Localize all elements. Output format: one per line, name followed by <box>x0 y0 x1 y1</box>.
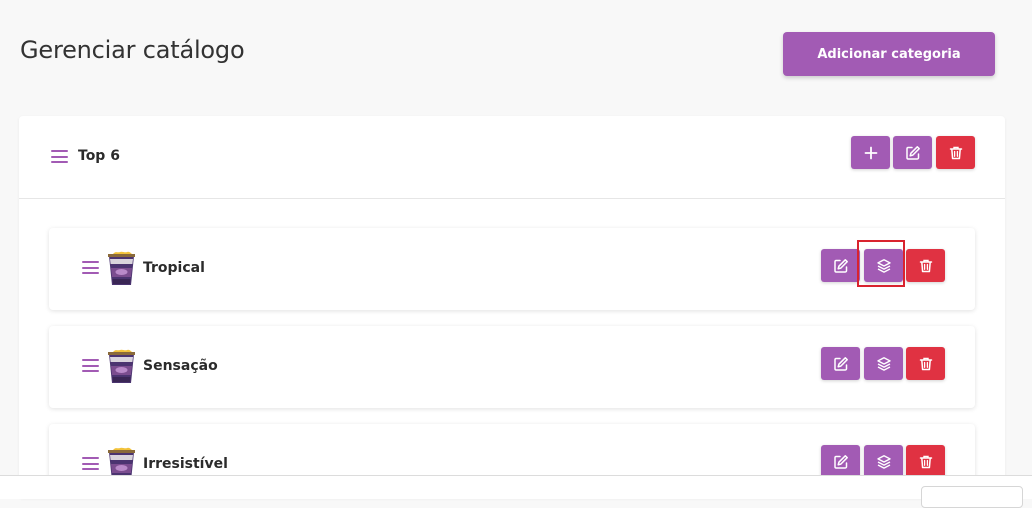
product-name: Irresistível <box>143 456 228 472</box>
category-header: Top 6 <box>19 116 1005 199</box>
bottom-widget[interactable] <box>921 486 1023 508</box>
add-category-button[interactable]: Adicionar categoria <box>783 32 995 76</box>
category-name: Top 6 <box>78 148 120 164</box>
bottom-bar <box>0 475 1032 499</box>
page-title: Gerenciar catálogo <box>20 36 245 64</box>
product-name: Sensação <box>143 358 218 374</box>
delete-product-button[interactable] <box>906 445 945 478</box>
product-row: Sensação <box>49 326 975 408</box>
drag-handle-icon[interactable] <box>82 261 99 274</box>
plus-icon <box>863 145 879 161</box>
product-thumbnail <box>105 349 138 385</box>
drag-handle-icon[interactable] <box>51 150 68 163</box>
delete-category-button[interactable] <box>936 136 975 169</box>
edit-product-button[interactable] <box>821 347 860 380</box>
edit-icon <box>833 258 849 274</box>
product-thumbnail <box>105 251 138 287</box>
layers-icon <box>876 258 892 274</box>
edit-icon <box>905 145 921 161</box>
add-product-button[interactable] <box>851 136 890 169</box>
edit-icon <box>833 454 849 470</box>
drag-handle-icon[interactable] <box>82 457 99 470</box>
trash-icon <box>918 454 934 470</box>
delete-product-button[interactable] <box>906 249 945 282</box>
edit-category-button[interactable] <box>893 136 932 169</box>
edit-icon <box>833 356 849 372</box>
layers-icon <box>876 356 892 372</box>
trash-icon <box>948 145 964 161</box>
complements-button[interactable] <box>864 445 903 478</box>
delete-product-button[interactable] <box>906 347 945 380</box>
edit-product-button[interactable] <box>821 249 860 282</box>
layers-icon <box>876 454 892 470</box>
trash-icon <box>918 356 934 372</box>
complements-button[interactable] <box>864 347 903 380</box>
product-row: Tropical <box>49 228 975 310</box>
complements-button[interactable] <box>864 249 903 282</box>
category-card: Top 6 Tropical Sensação Irresistível <box>19 116 1005 498</box>
product-name: Tropical <box>143 260 205 276</box>
drag-handle-icon[interactable] <box>82 359 99 372</box>
trash-icon <box>918 258 934 274</box>
edit-product-button[interactable] <box>821 445 860 478</box>
